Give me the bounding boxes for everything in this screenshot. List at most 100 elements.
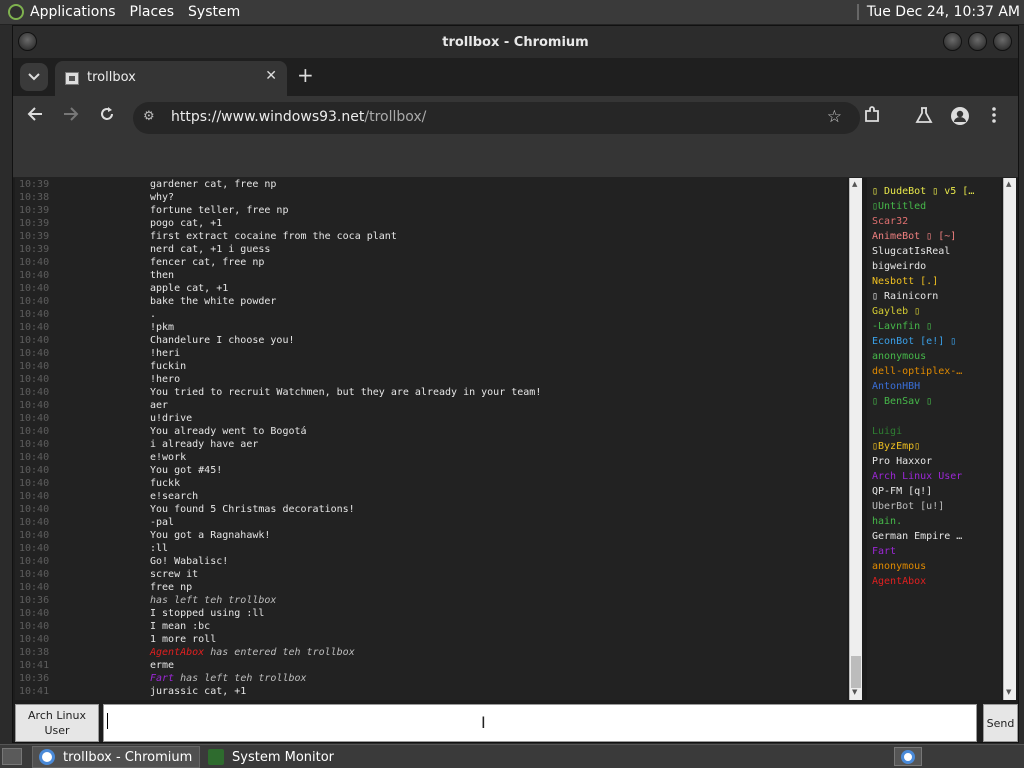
chat-scrollbar[interactable]: ▲ ▼ — [849, 178, 862, 700]
user-list-item[interactable]: Gayleb ▯ — [872, 304, 920, 319]
message-timestamp: 10:40 — [19, 335, 50, 346]
message-timestamp: 10:40 — [19, 322, 50, 333]
places-menu[interactable]: Places — [130, 4, 175, 20]
system-monitor-icon — [208, 749, 224, 765]
user-list-item[interactable]: ▯ BenSav ▯ — [872, 394, 932, 409]
labs-button[interactable] — [915, 106, 933, 130]
user-list-item[interactable]: UberBot [u!] — [872, 499, 944, 514]
notice-text: has left teh trollbox — [150, 595, 277, 606]
distro-logo-icon[interactable] — [8, 4, 24, 20]
message-text: apple cat, +1 — [150, 283, 229, 294]
maximize-button[interactable] — [968, 32, 987, 51]
user-list-item[interactable]: Arch Linux User — [872, 469, 962, 484]
message-timestamp: 10:40 — [19, 582, 50, 593]
show-desktop-button[interactable] — [2, 748, 22, 765]
user-list-item[interactable]: hain. — [872, 514, 902, 529]
task-system-monitor[interactable]: System Monitor — [202, 746, 370, 768]
profile-button[interactable] — [950, 106, 970, 132]
window-menu-button[interactable] — [18, 32, 37, 51]
message-text: I stopped using :ll — [150, 608, 265, 619]
user-list-item[interactable]: Pro Haxxor — [872, 454, 932, 469]
message-text: fencer cat, free np — [150, 257, 265, 268]
user-list-scrollbar[interactable]: ▲ ▼ — [1003, 178, 1016, 700]
address-bar[interactable]: ⚙ https://www.windows93.net/trollbox/ ☆ — [133, 102, 860, 134]
message-timestamp: 10:40 — [19, 504, 50, 515]
minimize-button[interactable] — [943, 32, 962, 51]
user-list-item[interactable]: bigweirdo — [872, 259, 926, 274]
user-list-item[interactable]: AntonHBH — [872, 379, 920, 394]
bookmarks-bar — [13, 140, 1018, 178]
message-timestamp: 10:38 — [19, 192, 50, 203]
message-text: I mean :bc — [150, 621, 211, 632]
message-text: pogo cat, +1 — [150, 218, 223, 229]
flask-icon — [915, 107, 933, 123]
user-list-item[interactable]: ▯ByzEmp▯ — [872, 439, 920, 454]
text-caret — [107, 713, 108, 729]
reload-button[interactable] — [99, 106, 115, 128]
message-timestamp: 10:41 — [19, 660, 50, 671]
chat-scroll-thumb[interactable] — [851, 656, 861, 688]
tray-chromium-button[interactable] — [894, 747, 922, 766]
user-list-item[interactable]: AgentAbox — [872, 574, 926, 589]
kebab-menu-icon — [992, 107, 996, 123]
message-text: e!search — [150, 491, 199, 502]
user-list-item[interactable]: ▯Untitled — [872, 199, 926, 214]
site-settings-icon[interactable]: ⚙ — [143, 109, 155, 124]
user-list-item[interactable]: Scar32 — [872, 214, 908, 229]
message-text: why? — [150, 192, 175, 203]
tab-close-icon[interactable]: ✕ — [265, 68, 277, 84]
scroll-down-icon[interactable]: ▼ — [852, 688, 857, 696]
message-timestamp: 10:38 — [19, 647, 50, 658]
notice-nick[interactable]: AgentAbox — [150, 647, 204, 658]
message-timestamp: 10:40 — [19, 400, 50, 411]
applications-menu[interactable]: Applications — [30, 4, 116, 20]
task-chromium[interactable]: trollbox - Chromium — [32, 746, 200, 768]
user-list-item[interactable]: ▯ Rainicorn — [872, 289, 938, 304]
scroll-up-icon[interactable]: ▲ — [1006, 180, 1011, 188]
message-timestamp: 10:40 — [19, 478, 50, 489]
user-list-item[interactable]: QP-FM [q!] — [872, 484, 932, 499]
user-list-item[interactable]: Luigi — [872, 424, 902, 439]
scroll-down-icon[interactable]: ▼ — [1006, 688, 1011, 696]
user-list-item[interactable]: EconBot [e!] ▯ — [872, 334, 956, 349]
message-text: You got #45! — [150, 465, 223, 476]
window-titlebar[interactable]: trollbox - Chromium — [13, 26, 1018, 58]
bookmark-star-icon[interactable]: ☆ — [827, 107, 842, 127]
user-list-item[interactable]: Nesbott [.] — [872, 274, 938, 289]
user-list-item[interactable]: -Lavnfin ▯ — [872, 319, 932, 334]
back-button[interactable] — [27, 106, 43, 128]
notice-text: has entered teh trollbox — [210, 647, 355, 658]
clock[interactable]: Tue Dec 24, 10:37 AM — [867, 4, 1020, 20]
scroll-up-icon[interactable]: ▲ — [852, 180, 857, 188]
system-notice: has left teh trollbox — [150, 594, 276, 607]
message-input[interactable]: I — [103, 704, 977, 742]
tab-trollbox[interactable]: trollbox ✕ — [55, 61, 287, 96]
browser-menu-button[interactable] — [991, 106, 997, 130]
new-tab-button[interactable]: + — [297, 65, 314, 85]
extensions-button[interactable] — [863, 106, 881, 130]
user-list-item[interactable]: German Empire … — [872, 529, 962, 544]
user-list-item[interactable]: SlugcatIsReal — [872, 244, 950, 259]
close-window-button[interactable] — [993, 32, 1012, 51]
user-list-item[interactable]: Fart — [872, 544, 896, 559]
tab-search-button[interactable] — [20, 63, 48, 91]
browser-toolbar: ⚙ https://www.windows93.net/trollbox/ ☆ — [13, 96, 1018, 140]
user-list-item[interactable]: ▯ DudeBot ▯ v5 [… — [872, 184, 974, 199]
user-list-item[interactable]: anonymous — [872, 349, 926, 364]
user-list-item[interactable]: anonymous — [872, 559, 926, 574]
message-timestamp: 10:40 — [19, 387, 50, 398]
notice-nick[interactable]: Fart — [150, 673, 174, 684]
nickname-button[interactable]: Arch Linux User — [15, 704, 99, 742]
system-menu[interactable]: System — [188, 4, 240, 20]
chat-log[interactable]: 10:39♀ BenSav ♀gardener cat, free np10:3… — [15, 178, 847, 700]
message-timestamp: 10:40 — [19, 348, 50, 359]
reload-icon — [101, 107, 113, 120]
send-button[interactable]: Send — [983, 704, 1018, 742]
forward-button[interactable] — [63, 106, 79, 128]
user-list-item[interactable]: dell-optiplex-… — [872, 364, 962, 379]
url-text[interactable]: https://www.windows93.net/trollbox/ — [171, 109, 426, 125]
user-list-item[interactable]: AnimeBot ▯ [~] — [872, 229, 956, 244]
message-timestamp: 10:41 — [19, 686, 50, 697]
notice-text: has left teh trollbox — [180, 673, 307, 684]
message-timestamp: 10:39 — [19, 179, 50, 190]
